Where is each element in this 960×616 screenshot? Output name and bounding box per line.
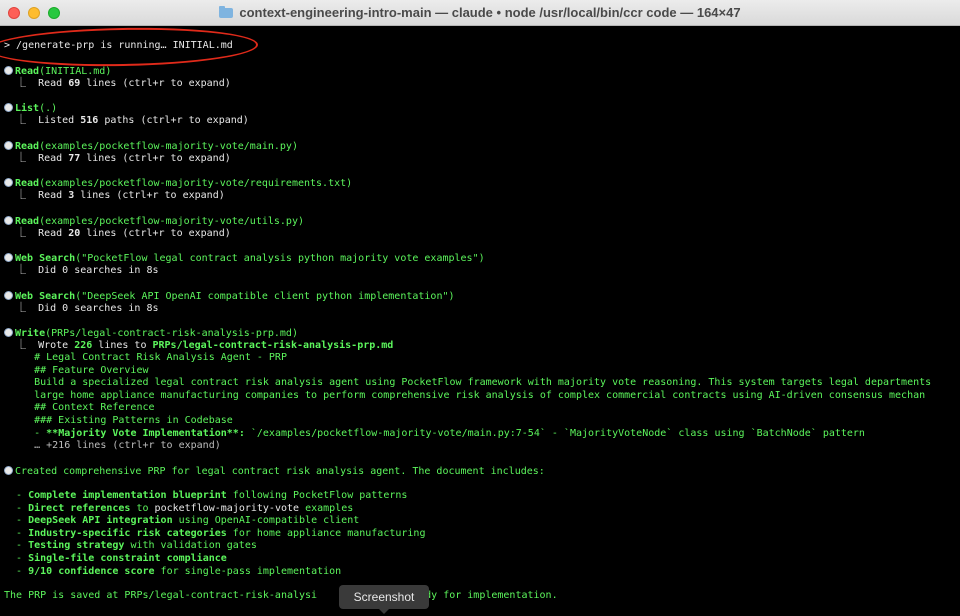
- tool-args: (examples/pocketflow-majority-vote/requi…: [39, 178, 353, 189]
- summary-list-item: - Testing strategy with validation gates: [4, 540, 257, 552]
- summary-header: Created comprehensive PRP for legal cont…: [4, 465, 545, 478]
- status-dot-icon: [4, 103, 13, 112]
- tool-name: Web Search: [15, 253, 76, 264]
- tool-args: ("PocketFlow legal contract analysis pyt…: [75, 253, 485, 264]
- write-line: ### Existing Patterns in Codebase: [4, 415, 233, 426]
- tool-call-header: Web Search("DeepSeek API OpenAI compatib…: [4, 290, 455, 303]
- status-dot-icon: [4, 216, 13, 225]
- expand-more[interactable]: … +216 lines (ctrl+r to expand): [4, 440, 221, 453]
- tool-call-header: List(.): [4, 102, 57, 115]
- tool-name: Read: [15, 141, 40, 152]
- status-dot-icon: [4, 291, 13, 300]
- tool-call-header: Read(examples/pocketflow-majority-vote/m…: [4, 140, 298, 153]
- tool-name: List: [15, 103, 40, 114]
- tool-result[interactable]: ⎿ Read 69 lines (ctrl+r to expand): [4, 78, 231, 91]
- tool-call-header: Read(examples/pocketflow-majority-vote/u…: [4, 215, 304, 228]
- tool-name: Read: [15, 216, 40, 227]
- status-dot-icon: [4, 253, 13, 262]
- tool-call-header: Read(examples/pocketflow-majority-vote/r…: [4, 177, 352, 190]
- tool-args: ("DeepSeek API OpenAI compatible client …: [75, 291, 455, 302]
- status-dot-icon: [4, 328, 13, 337]
- summary-list-item: - Industry-specific risk categories for …: [4, 527, 426, 539]
- tool-args: (.): [39, 103, 58, 114]
- window-title: context-engineering-intro-main — claude …: [239, 5, 741, 20]
- tool-args: (examples/pocketflow-majority-vote/utils…: [39, 216, 304, 227]
- tool-result[interactable]: ⎿ Did 0 searches in 8s: [4, 303, 158, 316]
- prompt-line: > /generate-prp is running… INITIAL.md: [4, 40, 233, 51]
- title-bar: context-engineering-intro-main — claude …: [0, 0, 960, 26]
- tool-name: Read: [15, 178, 40, 189]
- tool-call-header: Web Search("PocketFlow legal contract an…: [4, 252, 485, 265]
- summary-intro: Created comprehensive PRP for legal cont…: [15, 466, 545, 477]
- summary-list-item: - Direct references to pocketflow-majori…: [4, 502, 354, 514]
- tool-args: (PRPs/legal-contract-risk-analysis-prp.m…: [45, 328, 298, 339]
- tool-result[interactable]: ⎿ Read 20 lines (ctrl+r to expand): [4, 228, 231, 241]
- write-line: # Legal Contract Risk Analysis Agent - P…: [4, 352, 287, 363]
- tool-name: Read: [15, 66, 40, 77]
- saved-line: The PRP is saved at PRPs/legal-contract-…: [4, 590, 558, 601]
- folder-icon: [219, 6, 234, 18]
- summary-list-item: - Complete implementation blueprint foll…: [4, 490, 408, 501]
- tool-args: (INITIAL.md): [39, 66, 112, 77]
- tool-name: Write: [15, 328, 46, 339]
- write-line: ## Context Reference: [4, 402, 155, 413]
- status-dot-icon: [4, 141, 13, 150]
- write-line: Build a specialized legal contract risk …: [4, 377, 932, 388]
- summary-list-item: - Single-file constraint compliance: [4, 553, 227, 564]
- tool-result[interactable]: ⎿ Read 77 lines (ctrl+r to expand): [4, 153, 231, 166]
- window-title-container: context-engineering-intro-main — claude …: [0, 5, 960, 20]
- summary-list-item: - 9/10 confidence score for single-pass …: [4, 565, 342, 577]
- status-dot-icon: [4, 66, 13, 75]
- tool-result[interactable]: ⎿ Read 3 lines (ctrl+r to expand): [4, 190, 225, 203]
- summary-list-item: - DeepSeek API integration using OpenAI-…: [4, 515, 360, 527]
- tool-name: Web Search: [15, 291, 76, 302]
- write-header: Write(PRPs/legal-contract-risk-analysis-…: [4, 327, 298, 340]
- screenshot-tooltip: Screenshot: [339, 585, 429, 614]
- status-dot-icon: [4, 178, 13, 187]
- tool-result[interactable]: ⎿ Did 0 searches in 8s: [4, 265, 158, 278]
- tool-result[interactable]: ⎿ Listed 516 paths (ctrl+r to expand): [4, 115, 249, 128]
- tool-args: (examples/pocketflow-majority-vote/main.…: [39, 141, 298, 152]
- status-dot-icon: [4, 466, 13, 475]
- terminal-output[interactable]: > /generate-prp is running… INITIAL.md R…: [0, 26, 960, 616]
- tool-call-header: Read(INITIAL.md): [4, 65, 111, 78]
